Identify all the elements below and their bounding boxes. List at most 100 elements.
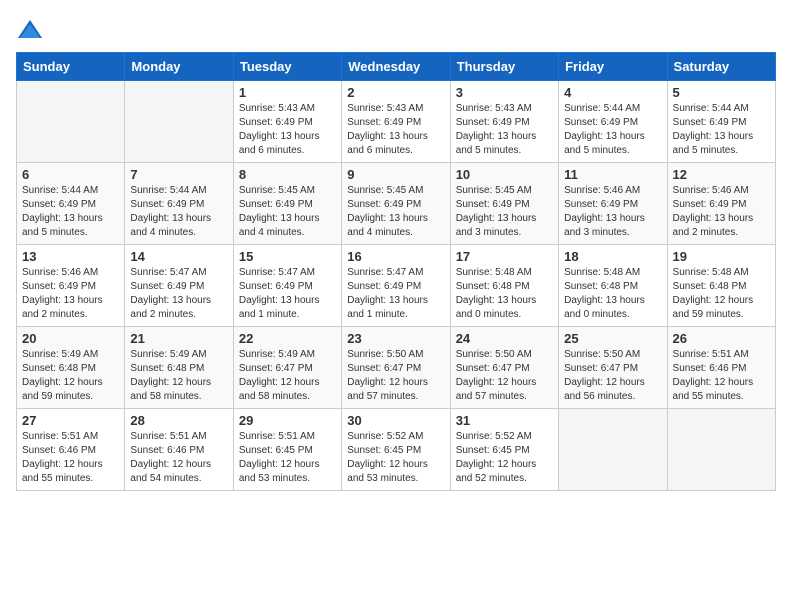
day-number: 11 (564, 167, 661, 182)
calendar-cell: 7 Sunrise: 5:44 AM Sunset: 6:49 PM Daylig… (125, 163, 233, 245)
day-info: Sunrise: 5:44 AM Sunset: 6:49 PM Dayligh… (673, 102, 770, 158)
day-info: Sunrise: 5:47 AM Sunset: 6:49 PM Dayligh… (347, 266, 444, 322)
calendar-cell (17, 81, 125, 163)
day-number: 31 (456, 413, 553, 428)
calendar-cell: 15 Sunrise: 5:47 AM Sunset: 6:49 PM Dayli… (233, 245, 341, 327)
calendar-cell: 23 Sunrise: 5:50 AM Sunset: 6:47 PM Dayli… (342, 327, 450, 409)
page-header (16, 16, 776, 44)
day-info: Sunrise: 5:51 AM Sunset: 6:46 PM Dayligh… (673, 348, 770, 404)
day-number: 16 (347, 249, 444, 264)
day-info: Sunrise: 5:48 AM Sunset: 6:48 PM Dayligh… (673, 266, 770, 322)
calendar-cell: 10 Sunrise: 5:45 AM Sunset: 6:49 PM Dayli… (450, 163, 558, 245)
day-number: 27 (22, 413, 119, 428)
calendar-cell: 2 Sunrise: 5:43 AM Sunset: 6:49 PM Daylig… (342, 81, 450, 163)
day-info: Sunrise: 5:43 AM Sunset: 6:49 PM Dayligh… (239, 102, 336, 158)
day-number: 19 (673, 249, 770, 264)
header-friday: Friday (559, 53, 667, 81)
day-info: Sunrise: 5:46 AM Sunset: 6:49 PM Dayligh… (564, 184, 661, 240)
day-info: Sunrise: 5:43 AM Sunset: 6:49 PM Dayligh… (347, 102, 444, 158)
calendar-cell: 13 Sunrise: 5:46 AM Sunset: 6:49 PM Dayli… (17, 245, 125, 327)
day-number: 23 (347, 331, 444, 346)
day-info: Sunrise: 5:43 AM Sunset: 6:49 PM Dayligh… (456, 102, 553, 158)
day-info: Sunrise: 5:48 AM Sunset: 6:48 PM Dayligh… (456, 266, 553, 322)
calendar-cell: 17 Sunrise: 5:48 AM Sunset: 6:48 PM Dayli… (450, 245, 558, 327)
day-number: 1 (239, 85, 336, 100)
calendar-cell: 14 Sunrise: 5:47 AM Sunset: 6:49 PM Dayli… (125, 245, 233, 327)
day-number: 13 (22, 249, 119, 264)
day-info: Sunrise: 5:52 AM Sunset: 6:45 PM Dayligh… (347, 430, 444, 486)
day-number: 29 (239, 413, 336, 428)
calendar-cell: 11 Sunrise: 5:46 AM Sunset: 6:49 PM Dayli… (559, 163, 667, 245)
day-info: Sunrise: 5:49 AM Sunset: 6:48 PM Dayligh… (130, 348, 227, 404)
calendar-cell: 19 Sunrise: 5:48 AM Sunset: 6:48 PM Dayli… (667, 245, 775, 327)
calendar-cell: 21 Sunrise: 5:49 AM Sunset: 6:48 PM Dayli… (125, 327, 233, 409)
day-number: 25 (564, 331, 661, 346)
calendar-cell: 22 Sunrise: 5:49 AM Sunset: 6:47 PM Dayli… (233, 327, 341, 409)
header-sunday: Sunday (17, 53, 125, 81)
calendar-cell: 12 Sunrise: 5:46 AM Sunset: 6:49 PM Dayli… (667, 163, 775, 245)
calendar-cell: 31Sunrise: 5:52 AM Sunset: 6:45 PM Dayli… (450, 409, 558, 491)
header-thursday: Thursday (450, 53, 558, 81)
day-info: Sunrise: 5:50 AM Sunset: 6:47 PM Dayligh… (456, 348, 553, 404)
day-number: 15 (239, 249, 336, 264)
day-info: Sunrise: 5:44 AM Sunset: 6:49 PM Dayligh… (564, 102, 661, 158)
day-info: Sunrise: 5:49 AM Sunset: 6:47 PM Dayligh… (239, 348, 336, 404)
day-info: Sunrise: 5:45 AM Sunset: 6:49 PM Dayligh… (456, 184, 553, 240)
day-number: 30 (347, 413, 444, 428)
day-number: 7 (130, 167, 227, 182)
calendar-week-row: 20 Sunrise: 5:49 AM Sunset: 6:48 PM Dayli… (17, 327, 776, 409)
day-number: 8 (239, 167, 336, 182)
header-wednesday: Wednesday (342, 53, 450, 81)
day-number: 17 (456, 249, 553, 264)
day-number: 6 (22, 167, 119, 182)
logo-icon (16, 16, 44, 44)
day-info: Sunrise: 5:51 AM Sunset: 6:46 PM Dayligh… (130, 430, 227, 486)
day-number: 20 (22, 331, 119, 346)
day-info: Sunrise: 5:46 AM Sunset: 6:49 PM Dayligh… (22, 266, 119, 322)
calendar-cell (667, 409, 775, 491)
calendar-cell: 3 Sunrise: 5:43 AM Sunset: 6:49 PM Daylig… (450, 81, 558, 163)
calendar-cell: 9Sunrise: 5:45 AM Sunset: 6:49 PM Daylig… (342, 163, 450, 245)
calendar-week-row: 1 Sunrise: 5:43 AM Sunset: 6:49 PM Daylig… (17, 81, 776, 163)
day-info: Sunrise: 5:46 AM Sunset: 6:49 PM Dayligh… (673, 184, 770, 240)
day-number: 2 (347, 85, 444, 100)
calendar-week-row: 6 Sunrise: 5:44 AM Sunset: 6:49 PM Daylig… (17, 163, 776, 245)
header-monday: Monday (125, 53, 233, 81)
calendar-cell: 25 Sunrise: 5:50 AM Sunset: 6:47 PM Dayli… (559, 327, 667, 409)
day-number: 3 (456, 85, 553, 100)
day-info: Sunrise: 5:47 AM Sunset: 6:49 PM Dayligh… (239, 266, 336, 322)
calendar-week-row: 13 Sunrise: 5:46 AM Sunset: 6:49 PM Dayli… (17, 245, 776, 327)
calendar-cell: 18Sunrise: 5:48 AM Sunset: 6:48 PM Dayli… (559, 245, 667, 327)
day-number: 28 (130, 413, 227, 428)
logo (16, 16, 48, 44)
day-info: Sunrise: 5:45 AM Sunset: 6:49 PM Dayligh… (239, 184, 336, 240)
day-info: Sunrise: 5:51 AM Sunset: 6:46 PM Dayligh… (22, 430, 119, 486)
day-info: Sunrise: 5:51 AM Sunset: 6:45 PM Dayligh… (239, 430, 336, 486)
day-number: 26 (673, 331, 770, 346)
calendar-header-row: SundayMondayTuesdayWednesdayThursdayFrid… (17, 53, 776, 81)
day-number: 4 (564, 85, 661, 100)
day-number: 22 (239, 331, 336, 346)
day-number: 14 (130, 249, 227, 264)
calendar-cell: 24 Sunrise: 5:50 AM Sunset: 6:47 PM Dayli… (450, 327, 558, 409)
calendar-cell: 27 Sunrise: 5:51 AM Sunset: 6:46 PM Dayli… (17, 409, 125, 491)
calendar-cell (125, 81, 233, 163)
calendar-cell: 20Sunrise: 5:49 AM Sunset: 6:48 PM Dayli… (17, 327, 125, 409)
day-number: 5 (673, 85, 770, 100)
day-info: Sunrise: 5:44 AM Sunset: 6:49 PM Dayligh… (22, 184, 119, 240)
calendar-cell: 8 Sunrise: 5:45 AM Sunset: 6:49 PM Daylig… (233, 163, 341, 245)
calendar-cell: 4 Sunrise: 5:44 AM Sunset: 6:49 PM Daylig… (559, 81, 667, 163)
day-info: Sunrise: 5:47 AM Sunset: 6:49 PM Dayligh… (130, 266, 227, 322)
day-number: 10 (456, 167, 553, 182)
day-number: 9 (347, 167, 444, 182)
day-number: 12 (673, 167, 770, 182)
calendar-week-row: 27 Sunrise: 5:51 AM Sunset: 6:46 PM Dayli… (17, 409, 776, 491)
day-info: Sunrise: 5:50 AM Sunset: 6:47 PM Dayligh… (564, 348, 661, 404)
day-info: Sunrise: 5:50 AM Sunset: 6:47 PM Dayligh… (347, 348, 444, 404)
calendar-cell: 29 Sunrise: 5:51 AM Sunset: 6:45 PM Dayli… (233, 409, 341, 491)
day-number: 24 (456, 331, 553, 346)
day-info: Sunrise: 5:44 AM Sunset: 6:49 PM Dayligh… (130, 184, 227, 240)
day-number: 21 (130, 331, 227, 346)
calendar-cell: 1 Sunrise: 5:43 AM Sunset: 6:49 PM Daylig… (233, 81, 341, 163)
calendar-cell: 28 Sunrise: 5:51 AM Sunset: 6:46 PM Dayli… (125, 409, 233, 491)
